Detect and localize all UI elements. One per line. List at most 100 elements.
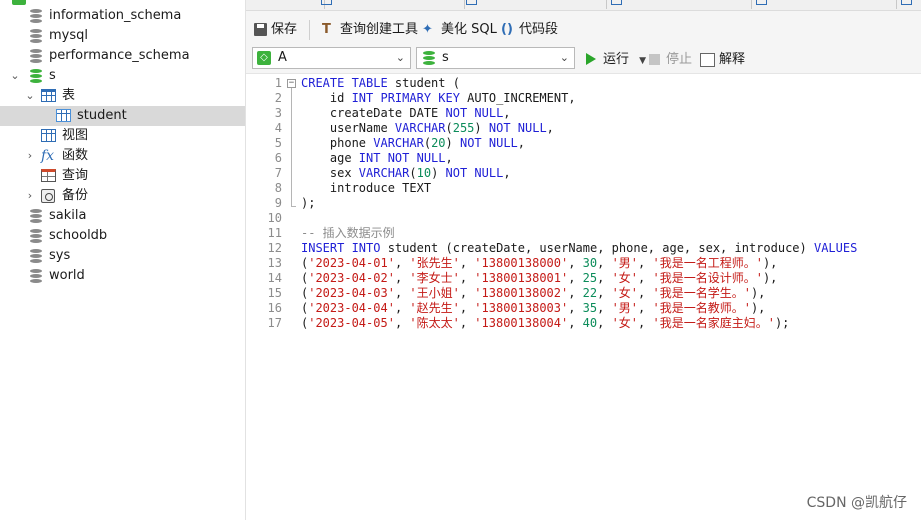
tree-item-label: schooldb [49, 228, 108, 243]
fold-guide-end [291, 206, 296, 207]
explain-button[interactable]: 解释 [700, 51, 745, 69]
tree-item-schooldb[interactable]: schooldb [0, 226, 245, 246]
code-token: VARCHAR [394, 121, 446, 135]
tree-item-world[interactable]: world [0, 266, 245, 286]
line-number: 17 [267, 316, 282, 330]
tree-item-s[interactable]: ⌄ s [0, 66, 245, 86]
tab-strip [246, 0, 921, 11]
save-button[interactable]: 保存 [254, 21, 297, 39]
connection-select[interactable]: ◇ A ⌄ [252, 47, 411, 69]
tree-item-functions[interactable]: › fx 函数 [0, 146, 245, 166]
code-token: '2023-04-05' [308, 316, 395, 330]
code-token: , [597, 301, 612, 315]
query-builder-button[interactable]: T 查询创建工具 [321, 21, 418, 39]
code-token: '王小姐' [409, 286, 460, 300]
tab-query-5[interactable] [898, 0, 921, 9]
code-token: INSERT INTO [301, 241, 381, 255]
database-select[interactable]: s ⌄ [416, 47, 575, 69]
tab-query-2[interactable] [463, 0, 607, 9]
tree-item-performance-schema[interactable]: performance_schema [0, 46, 245, 66]
save-label: 保存 [271, 22, 298, 37]
object-tree: information_schema mysql performance_sch… [0, 0, 246, 520]
code-token: '赵先生' [409, 301, 460, 315]
tab-query-1[interactable] [318, 0, 465, 9]
code-token: , [568, 286, 583, 300]
line-number: 9 [274, 196, 282, 210]
connection-icon [12, 0, 26, 5]
code-token: '女' [611, 316, 639, 330]
tree-item-views[interactable]: 视图 [0, 126, 245, 146]
code-token: , [597, 316, 612, 330]
code-token: ); [774, 316, 790, 330]
beautify-sql-button[interactable]: ✦ 美化 SQL [422, 21, 497, 39]
code-token: '2023-04-03' [308, 286, 395, 300]
code-line: ('2023-04-02', '李女士', '13800138001', 25,… [301, 271, 777, 286]
tree-item-tables[interactable]: ⌄ 表 [0, 86, 245, 106]
tab-objects[interactable] [246, 0, 325, 9]
line-number: 12 [267, 241, 282, 255]
code-token: , [459, 256, 475, 270]
tree-item-label: 查询 [62, 168, 89, 183]
tab-query-3[interactable] [608, 0, 752, 9]
sql-editor[interactable]: 1 2 3 4 5 6 7 8 9 10 11 12 13 14 15 16 17 − CREATE TABLE… [246, 74, 921, 520]
line-number: 10 [267, 211, 282, 225]
code-snippet-button[interactable]: () 代码段 [501, 21, 558, 39]
tab-query-4[interactable] [753, 0, 897, 9]
tree-item-label: mysql [49, 28, 88, 43]
code-token: NOT NULL [445, 106, 504, 120]
line-number: 3 [274, 106, 282, 120]
code-token: ), [762, 256, 778, 270]
tree-item-sakila[interactable]: sakila [0, 206, 245, 226]
connection-bar: ◇ A ⌄ s ⌄ 运行 ▼ 停止 解释 [246, 47, 921, 74]
line-number-gutter: 1 2 3 4 5 6 7 8 9 10 11 12 13 14 15 16 17 [246, 74, 284, 520]
function-icon: fx [41, 148, 55, 164]
query-tab-icon [466, 0, 477, 5]
run-dropdown-icon[interactable]: ▼ [639, 56, 646, 66]
chevron-right-icon[interactable]: › [23, 186, 37, 206]
tree-item-sys[interactable]: sys [0, 246, 245, 266]
tree-item-queries[interactable]: 查询 [0, 166, 245, 186]
query-tab-icon [901, 0, 912, 5]
code-line: introduce TEXT [301, 181, 431, 196]
tree-item-mysql[interactable]: mysql [0, 26, 245, 46]
code-token: ( [445, 121, 453, 135]
tree-item-label: 备份 [62, 188, 89, 203]
chevron-down-icon[interactable]: ⌄ [8, 66, 22, 86]
code-token: '我是一名学生。' [652, 286, 751, 300]
chevron-down-icon[interactable]: ⌄ [23, 86, 37, 106]
tree-item-backups[interactable]: › 备份 [0, 186, 245, 206]
code-token: '我是一名设计师。' [652, 271, 763, 285]
code-token: , [638, 286, 653, 300]
code-token: 20 [431, 136, 446, 150]
snippet-icon: () [501, 22, 513, 37]
code-token: INT NOT NULL [358, 151, 446, 165]
save-icon [254, 23, 267, 36]
tree-item-information-schema[interactable]: information_schema [0, 6, 245, 26]
code-token: createDate DATE [301, 106, 446, 120]
code-token: '13800138001' [474, 271, 569, 285]
code-token: , [394, 301, 410, 315]
code-token: , [568, 316, 583, 330]
code-token: -- 插入数据示例 [301, 226, 395, 240]
code-token: , [638, 271, 653, 285]
code-token: , [568, 271, 583, 285]
query-editor-panel: 保存 T 查询创建工具 ✦ 美化 SQL () 代码段 ◇ A ⌄ s ⌄ 运行 [246, 0, 921, 520]
code-token: VARCHAR [373, 136, 424, 150]
fold-toggle-icon[interactable]: − [287, 79, 296, 88]
stop-button[interactable]: 停止 [649, 51, 692, 69]
run-button[interactable]: 运行 ▼ [586, 51, 646, 69]
connection-select-value: A [278, 50, 287, 65]
query-builder-label: 查询创建工具 [340, 22, 419, 37]
chevron-right-icon[interactable]: › [23, 146, 37, 166]
code-line: ('2023-04-04', '赵先生', '13800138003', 35,… [301, 301, 765, 316]
code-token: , [394, 256, 410, 270]
code-token: , [459, 286, 475, 300]
code-token: ) [445, 136, 460, 150]
code-token: , [568, 301, 583, 315]
code-token: , [546, 121, 554, 135]
code-token: , [638, 301, 653, 315]
tree-item-student[interactable]: student [0, 106, 245, 126]
code-token: userName [301, 121, 395, 135]
code-token: '我是一名教师。' [652, 301, 751, 315]
code-token: , [503, 106, 511, 120]
